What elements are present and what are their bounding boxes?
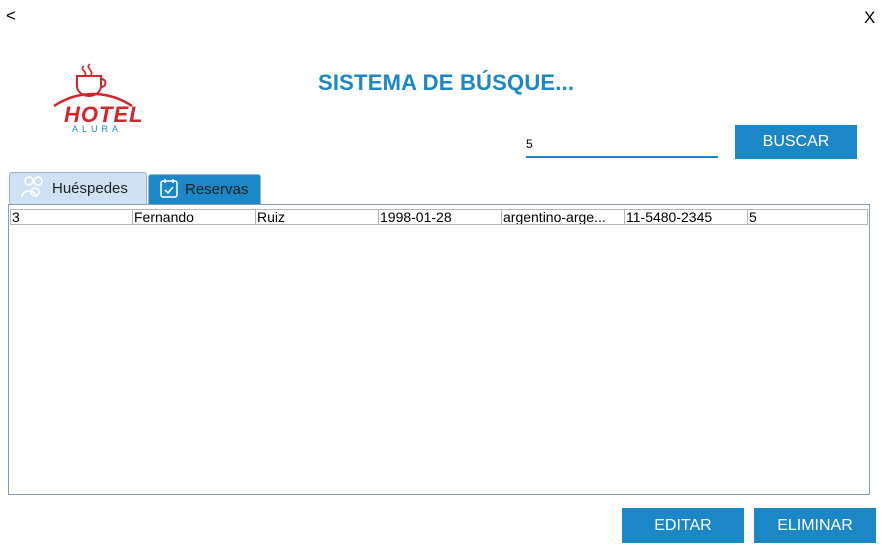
table-cell-phone: 11-5480-2345 [625,210,748,224]
table-cell-id: 3 [10,210,133,224]
tab-reservations[interactable]: Reservas [148,174,261,204]
edit-button[interactable]: EDITAR [622,508,744,543]
table-cell-reservation-id: 5 [748,210,868,224]
table-cell-first-name: Fernando [133,210,256,224]
close-button[interactable]: X [864,8,875,28]
calendar-check-icon [159,177,179,203]
tab-guests-label: Huéspedes [52,180,128,197]
page-title: SISTEMA DE BÚSQUE... [318,70,575,95]
search-button[interactable]: BUSCAR [735,125,857,159]
delete-button[interactable]: ELIMINAR [754,508,876,543]
table-row[interactable]: 3 Fernando Ruiz 1998-01-28 argentino-arg… [10,209,868,225]
guests-icon [20,175,46,203]
logo-subtext: ALURA [72,124,123,134]
search-input[interactable] [526,132,718,158]
tab-reservations-label: Reservas [185,181,249,198]
table-cell-birthdate: 1998-01-28 [379,210,502,224]
table-cell-nationality: argentino-arge... [502,210,625,224]
table-cell-last-name: Ruiz [256,210,379,224]
tab-guests[interactable]: Huéspedes [9,172,147,204]
back-button[interactable]: < [6,6,16,26]
hotel-alura-logo: HOTEL ALURA [48,62,143,138]
results-table-panel: 3 Fernando Ruiz 1998-01-28 argentino-arg… [8,204,870,495]
